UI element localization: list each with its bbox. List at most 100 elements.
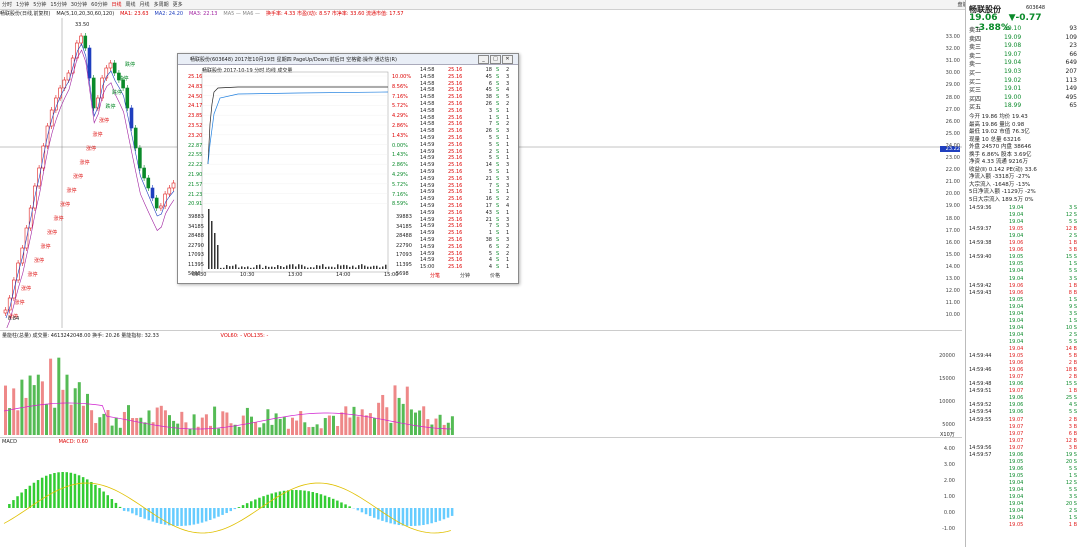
ask-row[interactable]: 卖三19.0823 (969, 42, 1079, 50)
trade-row: 19.042 S (969, 332, 1079, 339)
volume-pane[interactable]: 量能柱(总量) 成交量: 4613242048.00 换手: 20.26 量能指… (0, 330, 962, 437)
tick-v: 1 (480, 115, 492, 121)
macd-bar (66, 472, 69, 508)
volume-bar (176, 424, 179, 435)
stat-row: 现量 10 总量 63216 (969, 135, 1079, 142)
volume-bar (266, 409, 269, 435)
intraday-volume-bar (274, 267, 276, 269)
period-tab-6[interactable]: 日线 (112, 1, 122, 8)
intraday-volume-bar (238, 268, 240, 269)
trade-price: 19.05 (1009, 226, 1023, 232)
bid-row[interactable]: 买五18.9965 (969, 102, 1079, 110)
intraday-volume-bar (352, 266, 354, 269)
close-button[interactable]: ✕ (502, 55, 513, 64)
popup-vol-label-right: 28488 (396, 233, 412, 239)
volume-bars-chart[interactable] (0, 331, 962, 437)
trade-volume: 5 B (1069, 353, 1077, 359)
limit-marker: 涨停 (80, 159, 90, 166)
tick-s: S (496, 176, 499, 182)
trade-price: 19.07 (1009, 417, 1023, 423)
intraday-volume-bar (376, 266, 378, 269)
trade-row: 19.063 B (969, 247, 1079, 254)
trade-volume: 25 S (1066, 395, 1077, 401)
volume-bar (291, 418, 294, 435)
macd-chart[interactable] (0, 438, 962, 548)
bid-row[interactable]: 买四19.00495 (969, 94, 1079, 102)
macd-bar (426, 508, 429, 524)
trade-price: 19.04 (1009, 508, 1023, 514)
ask-row[interactable]: 卖四19.09109 (969, 34, 1079, 42)
maximize-button[interactable]: □ (490, 55, 501, 64)
bid-row[interactable]: 买一19.03207 (969, 68, 1079, 76)
macd-bar (98, 488, 101, 508)
trade-time: 14:59:43 (969, 290, 991, 296)
trade-row: 14:59:4419.055 B (969, 353, 1079, 360)
period-tab-1[interactable]: 1分钟 (16, 1, 29, 8)
trade-price: 19.04 (1009, 339, 1023, 345)
trade-volume: 1 S (1069, 473, 1077, 479)
tick-s: S (496, 74, 499, 80)
stat-row: 最低 19.02 市值 76.3亿 (969, 127, 1079, 134)
popup-tab-0[interactable]: 分笔 (430, 272, 440, 279)
tick-v: 45 (480, 87, 492, 93)
macd-bar (143, 508, 146, 519)
popup-pct-label: 5.72% (392, 103, 408, 109)
period-tab-7[interactable]: 周线 (126, 1, 136, 8)
ask-row[interactable]: 卖五19.1093 (969, 25, 1079, 33)
period-tab-10[interactable]: 更多 (173, 1, 183, 8)
trade-price: 19.05 (1009, 459, 1023, 465)
ask-row[interactable]: 卖二19.0766 (969, 51, 1079, 59)
macd-bar (70, 473, 73, 508)
trade-volume: 20 S (1066, 501, 1077, 507)
trade-row: 19.041 S (969, 515, 1079, 522)
indicator-values: 换手率: 4.33 市盈(动): 8.57 市净率: 33.60 流通市值: 1… (266, 11, 404, 17)
trade-row: 14:59:5619.073 B (969, 445, 1079, 452)
bid-row[interactable]: 买二19.02113 (969, 77, 1079, 85)
tick-s: S (496, 189, 499, 195)
stat-row: 换手 6.86% 股本 3.69亿 (969, 150, 1079, 157)
macd-pane[interactable]: MACD MACD: 0.60 4.003.002.001.000.00-1.0… (0, 437, 962, 548)
intraday-chart[interactable] (178, 64, 418, 274)
trade-price: 19.04 (1009, 501, 1023, 507)
tick-p: 25.16 (448, 81, 462, 87)
period-tab-9[interactable]: 多周期 (154, 1, 169, 8)
intraday-volume-bar (367, 267, 369, 269)
period-tab-4[interactable]: 30分钟 (71, 1, 87, 8)
popup-tab-2[interactable]: 价格 (490, 272, 500, 279)
period-tab-5[interactable]: 60分钟 (91, 1, 107, 8)
trade-volume: 19 S (1066, 452, 1077, 458)
tick-v: 21 (480, 217, 492, 223)
volume-bar (180, 412, 183, 435)
period-tab-0[interactable]: 分时 (2, 1, 12, 8)
trade-volume: 5 S (1069, 409, 1077, 415)
macd-bar (422, 508, 425, 525)
period-tab-3[interactable]: 15分钟 (50, 1, 66, 8)
popup-tab-1[interactable]: 分钟 (460, 272, 470, 279)
candle (159, 206, 162, 208)
intraday-popup-window[interactable]: 畅联股份(603648) 2017年10月19日 星期四 PageUp/Down… (177, 53, 519, 284)
volume-bar (365, 415, 368, 435)
stat-row: 外盘 24570 内盘 38646 (969, 142, 1079, 149)
minimize-button[interactable]: _ (478, 55, 489, 64)
volume-bar (45, 404, 48, 435)
candle (109, 63, 112, 68)
ask-row[interactable]: 卖一19.04649 (969, 59, 1079, 67)
popup-price-label: 20.91 (188, 201, 202, 207)
macd-bar (291, 490, 294, 508)
trade-volume: 1 S (1069, 515, 1077, 521)
period-tab-2[interactable]: 5分钟 (33, 1, 46, 8)
volume-bar (402, 404, 405, 435)
tick-v: 26 (480, 101, 492, 107)
macd-bar (381, 508, 384, 521)
trade-time: 14:59:55 (969, 417, 991, 423)
macd-bar (320, 494, 323, 508)
macd-bar (242, 505, 245, 508)
volume-axis-label: 5000 (935, 422, 955, 428)
trade-volume: 2 B (1069, 417, 1077, 423)
period-tab-8[interactable]: 月线 (140, 1, 150, 8)
candle (172, 183, 175, 188)
limit-marker: 跌停 (106, 103, 116, 110)
bid-row[interactable]: 买三19.01149 (969, 85, 1079, 93)
tick-p: 25.16 (448, 162, 462, 168)
intraday-volume-bar (370, 267, 372, 269)
